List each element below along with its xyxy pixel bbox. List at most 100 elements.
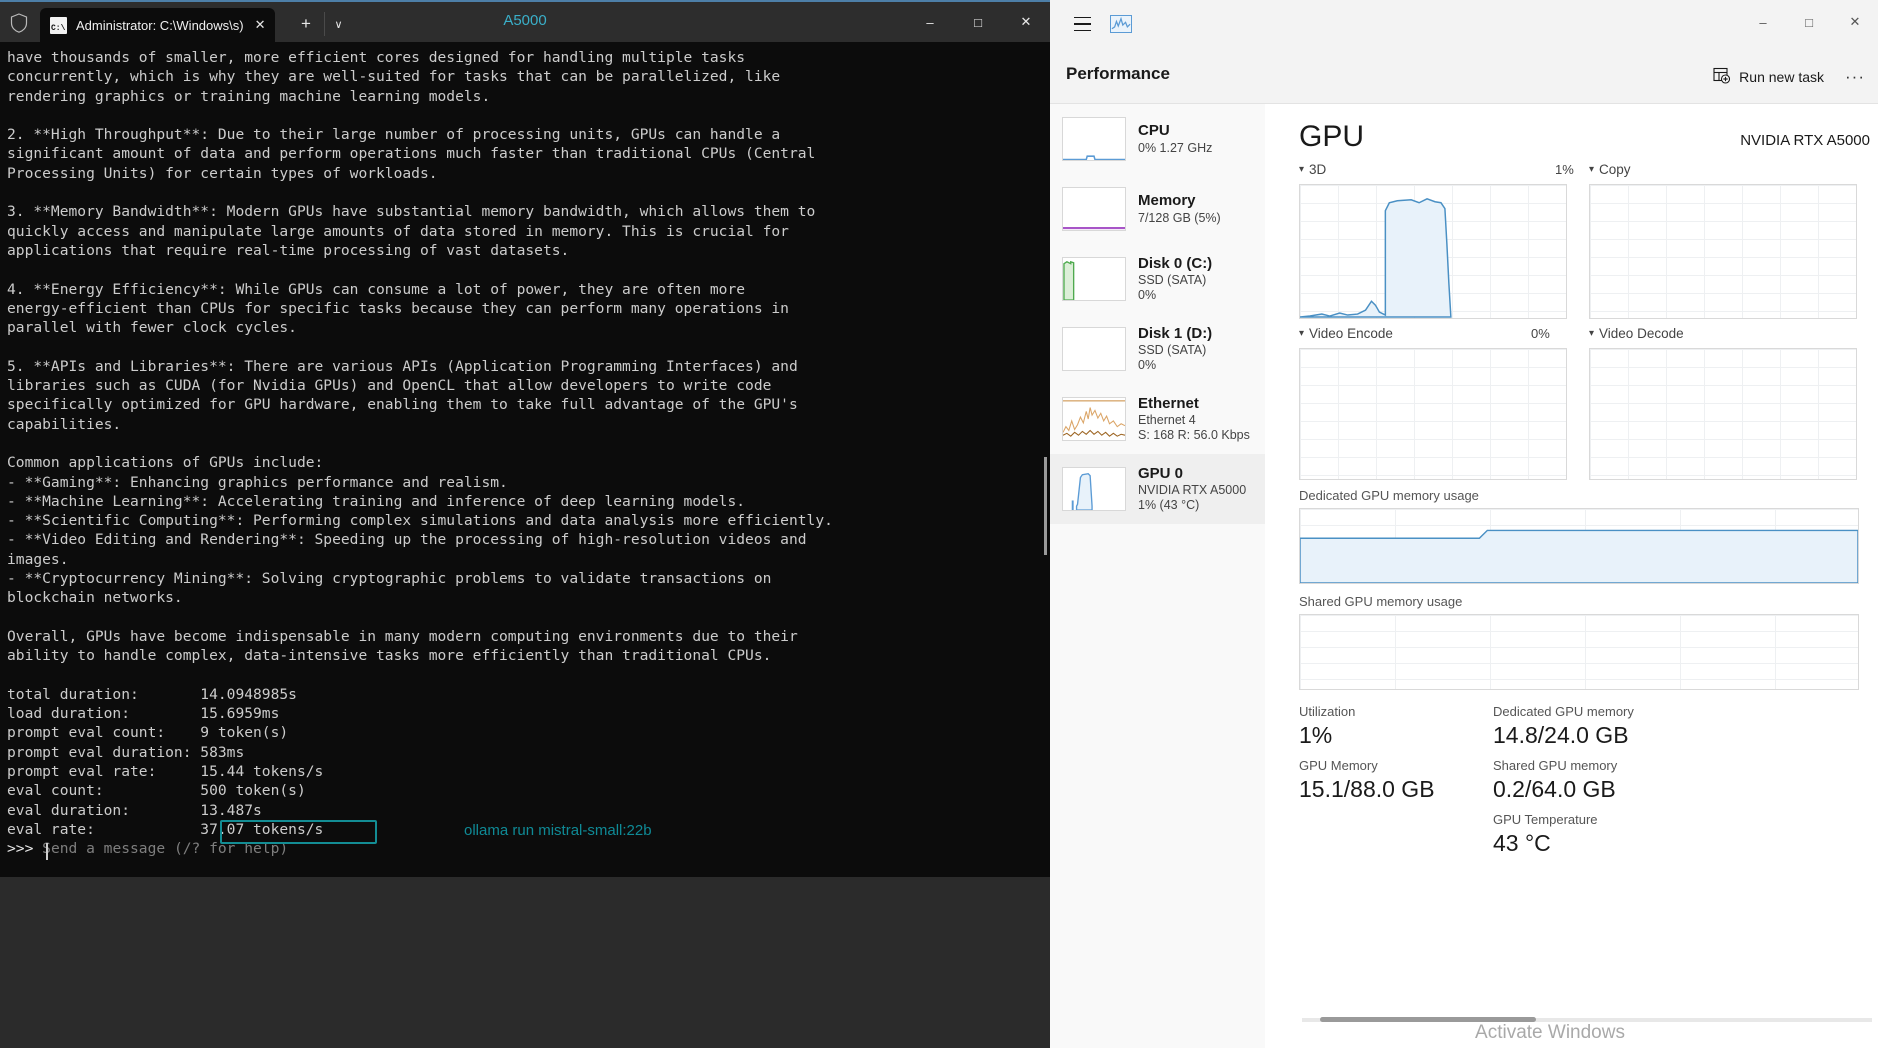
gpu-detail-pane: GPU NVIDIA RTX A5000 ▾ 3D 1% ▾ Copy ▾ Vi…	[1265, 104, 1878, 1048]
sidebar-item-sub1: Ethernet 4	[1138, 412, 1196, 427]
activate-windows-watermark: Activate Windows	[1475, 1022, 1625, 1043]
task-manager-sidebar: CPU 0% 1.27 GHz Memory 7/128 GB (5%) Dis…	[1050, 104, 1265, 1048]
sidebar-item-ethernet[interactable]: Ethernet Ethernet 4 S: 168 R: 56.0 Kbps	[1050, 384, 1265, 454]
task-manager-window-controls: – □ ✕	[1740, 0, 1878, 44]
chart-label-video-decode: Video Decode	[1599, 326, 1684, 341]
terminal-tab-label: Administrator: C:\Windows\s)	[76, 17, 244, 33]
sidebar-item-sub2: 0%	[1138, 288, 1157, 303]
task-manager-header: Performance Run new task ···	[1050, 48, 1878, 104]
terminal-text-caret	[46, 843, 48, 860]
sidebar-item-label: Disk 1 (D:)	[1138, 324, 1213, 342]
task-manager-body: CPU 0% 1.27 GHz Memory 7/128 GB (5%) Dis…	[1050, 104, 1878, 1048]
chevron-down-icon[interactable]: ∨	[324, 12, 352, 36]
terminal-tab[interactable]: C:\ Administrator: C:\Windows\s) ✕	[40, 8, 275, 42]
chart-shared-memory-usage	[1299, 614, 1859, 690]
chevron-down-icon: ▾	[1299, 328, 1305, 339]
terminal-titlebar: C:\ Administrator: C:\Windows\s) ✕ + ∨ A…	[0, 2, 1050, 42]
chart-pct-video-encode: 0%	[1531, 326, 1550, 341]
terminal-input-placeholder: Send a message (/? for help)	[42, 840, 289, 858]
sidebar-item-memory[interactable]: Memory 7/128 GB (5%)	[1050, 174, 1265, 244]
sidebar-item-label: Memory	[1138, 192, 1196, 210]
shared-memory-usage-label: Shared GPU memory usage	[1299, 594, 1463, 609]
chart-header-video-encode[interactable]: ▾ Video Encode	[1299, 326, 1393, 341]
hamburger-menu-icon[interactable]	[1062, 8, 1102, 40]
sidebar-item-sub1: NVIDIA RTX A5000	[1138, 482, 1247, 497]
gpu0-mini-chart	[1062, 467, 1126, 511]
console-icon: C:\	[50, 16, 67, 34]
terminal-scrollbar-thumb[interactable]	[1044, 457, 1047, 555]
performance-icon[interactable]	[1106, 9, 1136, 39]
shield-icon	[8, 12, 30, 34]
windows-terminal-window: C:\ Administrator: C:\Windows\s) ✕ + ∨ A…	[0, 0, 1050, 877]
run-new-task-label: Run new task	[1739, 69, 1824, 85]
dedicated-gpu-memory-value: 14.8/24.0 GB	[1493, 722, 1629, 748]
chart-label-3d: 3D	[1309, 162, 1327, 177]
utilization-value: 1%	[1299, 722, 1333, 748]
gpu-model-label: NVIDIA RTX A5000	[1740, 132, 1870, 149]
sidebar-item-sub1: 0% 1.27 GHz	[1138, 140, 1213, 155]
chevron-down-icon: ▾	[1299, 164, 1305, 175]
gpu-title: GPU	[1299, 120, 1365, 153]
sidebar-item-sub1: SSD (SATA)	[1138, 342, 1207, 357]
chart-label-video-encode: Video Encode	[1309, 326, 1393, 341]
ethernet-mini-chart	[1062, 397, 1126, 441]
dedicated-memory-usage-label: Dedicated GPU memory usage	[1299, 488, 1479, 503]
sidebar-item-sub2: 0%	[1138, 358, 1157, 373]
utilization-label: Utilization	[1299, 704, 1356, 719]
task-manager-window: – □ ✕ Performance Run new task ··· CPU 0…	[1050, 0, 1878, 1048]
terminal-close-button[interactable]: ✕	[1002, 2, 1050, 42]
memory-mini-chart	[1062, 187, 1126, 231]
disk0-mini-chart	[1062, 257, 1126, 301]
sidebar-item-label: CPU	[1138, 122, 1170, 140]
chart-dedicated-memory-usage	[1299, 508, 1859, 584]
tm-minimize-button[interactable]: –	[1740, 0, 1786, 44]
gpu-temperature-label: GPU Temperature	[1493, 812, 1598, 827]
sidebar-item-sub1: 7/128 GB (5%)	[1138, 210, 1221, 225]
run-new-task-button[interactable]: Run new task	[1705, 62, 1832, 92]
more-options-button[interactable]: ···	[1840, 63, 1870, 91]
chart-label-copy: Copy	[1599, 162, 1631, 177]
terminal-maximize-button[interactable]: □	[954, 2, 1002, 42]
disk1-mini-chart	[1062, 327, 1126, 371]
task-manager-titlebar: – □ ✕	[1050, 0, 1878, 48]
close-tab-icon[interactable]: ✕	[255, 17, 266, 33]
chart-header-copy[interactable]: ▾ Copy	[1589, 162, 1849, 177]
sidebar-item-sub2: 1% (43 °C)	[1138, 498, 1200, 513]
chart-video-decode	[1589, 348, 1857, 480]
sidebar-item-label: Ethernet	[1138, 394, 1199, 412]
ollama-command-annotation: ollama run mistral-small:22b	[464, 822, 652, 839]
gpu-memory-label: GPU Memory	[1299, 758, 1378, 773]
chart-header-3d[interactable]: ▾ 3D	[1299, 162, 1569, 177]
new-tab-button[interactable]: +	[292, 12, 320, 36]
terminal-prompt-symbol: >>>	[7, 840, 43, 858]
sidebar-item-disk0[interactable]: Disk 0 (C:) SSD (SATA) 0%	[1050, 244, 1265, 314]
sidebar-item-sub1: SSD (SATA)	[1138, 272, 1207, 287]
chart-pct-3d: 1%	[1555, 162, 1574, 177]
terminal-output-text: have thousands of smaller, more efficien…	[7, 49, 833, 838]
cpu-mini-chart	[1062, 117, 1126, 161]
chart-3d	[1299, 184, 1567, 319]
tm-close-button[interactable]: ✕	[1832, 0, 1878, 44]
page-title: Performance	[1066, 64, 1170, 83]
sidebar-item-cpu[interactable]: CPU 0% 1.27 GHz	[1050, 104, 1265, 174]
chart-video-encode	[1299, 348, 1567, 480]
terminal-window-controls: – □ ✕	[906, 2, 1050, 42]
sidebar-item-disk1[interactable]: Disk 1 (D:) SSD (SATA) 0%	[1050, 314, 1265, 384]
sidebar-item-sub2: S: 168 R: 56.0 Kbps	[1138, 428, 1250, 443]
chevron-down-icon: ▾	[1589, 164, 1595, 175]
gpu-memory-value: 15.1/88.0 GB	[1299, 776, 1435, 802]
sidebar-item-gpu0[interactable]: GPU 0 NVIDIA RTX A5000 1% (43 °C)	[1050, 454, 1265, 524]
chart-copy	[1589, 184, 1857, 319]
chevron-down-icon: ▾	[1589, 328, 1595, 339]
sidebar-item-label: Disk 0 (C:)	[1138, 254, 1213, 272]
chart-header-video-decode[interactable]: ▾ Video Decode	[1589, 326, 1684, 341]
shared-gpu-memory-label: Shared GPU memory	[1493, 758, 1618, 773]
dedicated-gpu-memory-label: Dedicated GPU memory	[1493, 704, 1634, 719]
tm-maximize-button[interactable]: □	[1786, 0, 1832, 44]
terminal-minimize-button[interactable]: –	[906, 2, 954, 42]
terminal-output[interactable]: have thousands of smaller, more efficien…	[0, 42, 1050, 877]
gpu-temperature-value: 43 °C	[1493, 830, 1551, 856]
sidebar-item-label: GPU 0	[1138, 464, 1184, 482]
add-task-icon	[1713, 67, 1731, 87]
screen: – □ ✕ Performance Run new task ··· CPU 0…	[0, 0, 1878, 1048]
